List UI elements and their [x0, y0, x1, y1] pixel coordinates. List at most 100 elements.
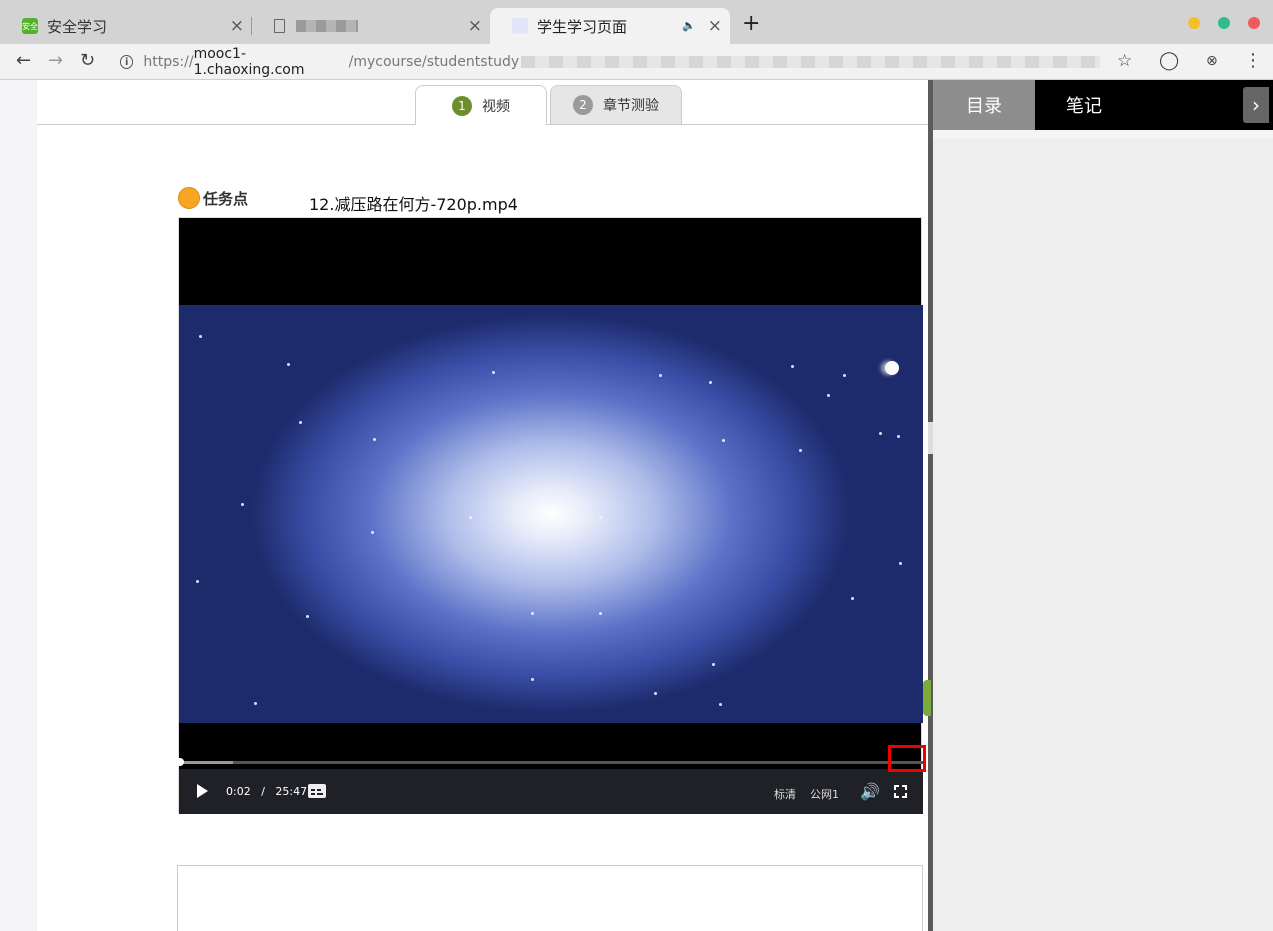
- line-selector[interactable]: 公网1: [810, 786, 839, 802]
- video-star: [199, 335, 202, 338]
- quality-selector[interactable]: 标清: [774, 786, 796, 802]
- video-star: [709, 381, 712, 384]
- close-tab-icon[interactable]: ×: [468, 18, 482, 35]
- video-star: [599, 516, 602, 519]
- redacted-title: [296, 20, 358, 32]
- tab-number-badge: 1: [452, 95, 472, 116]
- video-player[interactable]: 0:02 / 25:47 标清 公网1 🔊: [176, 217, 926, 814]
- time-display: 0:02 / 25:47: [226, 785, 307, 798]
- video-filename: 12.减压路在何方-720p.mp4: [309, 195, 518, 214]
- right-panel-header: 目录 笔记 ›: [933, 80, 1273, 130]
- tab-strip: 安全 安全学习 × × 学生学习页面 🔈 × +: [0, 0, 1273, 44]
- video-star: [241, 503, 244, 506]
- tab-chapter-quiz[interactable]: 2 章节测验: [550, 85, 682, 124]
- browser-window: 安全 安全学习 × × 学生学习页面 🔈 × + ← → ↻ i https:/…: [0, 0, 1273, 931]
- forward-icon[interactable]: →: [48, 50, 63, 72]
- favicon-icon: 安全: [22, 18, 38, 34]
- minimize-button[interactable]: [1188, 17, 1200, 29]
- url-path: /mycourse/studentstudy: [348, 54, 520, 70]
- progress-buffered: [179, 761, 234, 764]
- browser-toolbar: ← → ↻ i https:// mooc1-1.chaoxing.com /m…: [0, 44, 1273, 80]
- progress-bar[interactable]: [176, 758, 923, 766]
- tab-label: 视频: [482, 98, 510, 115]
- video-star: [299, 421, 302, 424]
- url-host: mooc1-1.chaoxing.com: [193, 46, 305, 78]
- bookmark-star-icon[interactable]: ☆: [1117, 50, 1132, 72]
- tab-video[interactable]: 1 视频: [415, 85, 547, 125]
- video-star: [712, 663, 715, 666]
- video-star: [531, 678, 534, 681]
- subtitles-icon[interactable]: [308, 784, 326, 798]
- study-content: 1 视频 2 章节测验 任务点 12.减压路在何方-720p.mp4 0:02 …: [37, 80, 929, 931]
- duration: 25:47: [275, 785, 308, 798]
- maximize-button[interactable]: [1218, 17, 1230, 29]
- video-frame[interactable]: [179, 305, 923, 723]
- video-star: [897, 435, 900, 438]
- task-point: 任务点: [178, 187, 248, 209]
- current-time: 0:02: [226, 785, 251, 798]
- tab-directory[interactable]: 目录: [933, 80, 1035, 130]
- collapse-panel-button[interactable]: ›: [1243, 87, 1269, 123]
- video-star: [531, 612, 534, 615]
- video-star: [306, 615, 309, 618]
- browser-tab-student-study[interactable]: 学生学习页面 🔈 ×: [490, 8, 730, 44]
- volume-icon[interactable]: 🔊: [860, 782, 880, 801]
- favicon-icon: [512, 18, 528, 34]
- fullscreen-icon[interactable]: [894, 785, 907, 798]
- right-panel-strip: [933, 130, 1273, 138]
- address-bar[interactable]: i https:// mooc1-1.chaoxing.com /mycours…: [120, 46, 1101, 78]
- video-moon: [885, 361, 899, 375]
- progress-handle[interactable]: [176, 758, 184, 766]
- page-body: 1 视频 2 章节测验 任务点 12.减压路在何方-720p.mp4 0:02 …: [0, 80, 1273, 931]
- video-star: [371, 531, 374, 534]
- video-star: [654, 692, 657, 695]
- task-label: 任务点: [203, 189, 249, 208]
- tab-notes[interactable]: 笔记: [1035, 80, 1133, 130]
- video-star: [659, 374, 662, 377]
- highlight-box: [888, 745, 926, 772]
- extension-icon[interactable]: ◯: [1159, 50, 1179, 72]
- content-card: [177, 865, 923, 931]
- video-star: [843, 374, 846, 377]
- new-tab-button[interactable]: +: [742, 13, 760, 35]
- time-separator: /: [261, 785, 265, 798]
- close-tab-icon[interactable]: ×: [230, 18, 244, 35]
- video-star: [287, 363, 290, 366]
- browser-tab-blurred[interactable]: ×: [252, 8, 490, 44]
- reload-icon[interactable]: ↻: [80, 50, 95, 72]
- site-info-icon[interactable]: i: [120, 55, 134, 69]
- incognito-icon[interactable]: ⊗: [1206, 50, 1218, 72]
- tab-title: 安全学习: [47, 17, 108, 36]
- browser-tab-safety-learning[interactable]: 安全 安全学习 ×: [0, 8, 252, 44]
- tab-title: 学生学习页面: [537, 17, 628, 36]
- tab-label: 章节测验: [603, 98, 659, 114]
- video-star: [719, 703, 722, 706]
- video-star: [373, 438, 376, 441]
- right-panel: 目录 笔记 ›: [933, 80, 1273, 931]
- redacted-url: [521, 56, 1101, 68]
- play-icon[interactable]: [197, 784, 208, 798]
- back-icon[interactable]: ←: [16, 50, 31, 72]
- left-gutter: [0, 80, 37, 931]
- video-star: [851, 597, 854, 600]
- video-star: [492, 371, 495, 374]
- divider-grip[interactable]: [923, 680, 931, 716]
- close-tab-icon[interactable]: ×: [708, 18, 722, 35]
- video-star: [827, 394, 830, 397]
- url-scheme: https://: [143, 54, 194, 70]
- video-star: [899, 562, 902, 565]
- video-star: [799, 449, 802, 452]
- video-star: [196, 580, 199, 583]
- close-window-button[interactable]: [1248, 17, 1260, 29]
- player-controls: 0:02 / 25:47 标清 公网1 🔊: [179, 769, 923, 814]
- page-icon: [274, 19, 285, 33]
- video-star: [469, 516, 472, 519]
- video-star: [791, 365, 794, 368]
- menu-icon[interactable]: ⋮: [1244, 50, 1262, 72]
- video-star: [722, 439, 725, 442]
- video-star: [254, 702, 257, 705]
- tab-number-badge: 2: [573, 95, 593, 115]
- video-star: [599, 612, 602, 615]
- video-star: [879, 432, 882, 435]
- audio-playing-icon[interactable]: 🔈: [682, 19, 696, 32]
